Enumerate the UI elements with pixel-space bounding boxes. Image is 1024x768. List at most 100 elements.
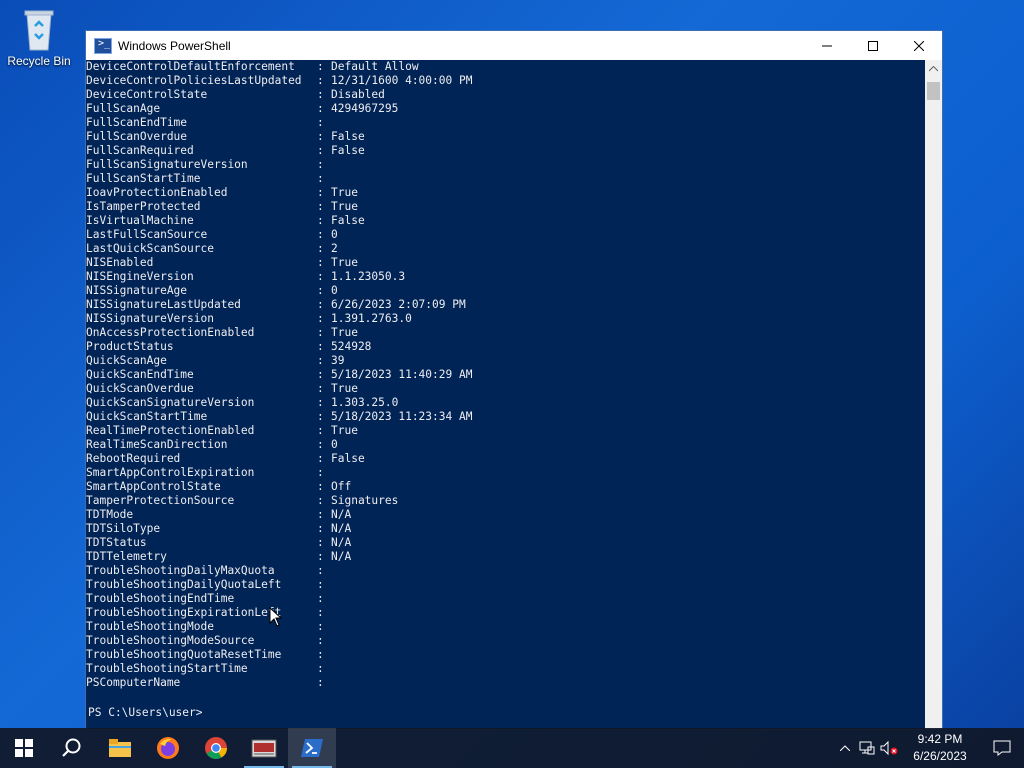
separator: : (317, 144, 324, 157)
property-name: TDTSiloType (86, 522, 161, 535)
console-line: FullScanOverdue: False (86, 130, 926, 144)
show-hidden-icons-button[interactable] (834, 728, 856, 768)
console-line: RebootRequired: False (86, 452, 926, 466)
property-value: 524928 (331, 340, 372, 353)
property-name: FullScanOverdue (86, 130, 188, 143)
separator: : (317, 172, 324, 185)
separator: : (317, 634, 324, 647)
separator: : (317, 312, 324, 325)
console-line: PSComputerName: (86, 676, 926, 690)
property-value: 12/31/1600 4:00:00 PM (331, 74, 473, 87)
console-line: FullScanRequired: False (86, 144, 926, 158)
property-name: OnAccessProtectionEnabled (86, 326, 255, 339)
separator: : (317, 214, 324, 227)
console-line: TDTTelemetry: N/A (86, 550, 926, 564)
powershell-icon[interactable]: >_ (94, 37, 112, 54)
minimize-button[interactable] (804, 31, 850, 60)
console-output[interactable]: DeviceControlDefaultEnforcement: Default … (86, 60, 926, 729)
network-button[interactable] (856, 728, 878, 768)
network-icon (859, 741, 875, 755)
property-value: True (331, 382, 358, 395)
console-line: IoavProtectionEnabled: True (86, 186, 926, 200)
firefox-icon (157, 737, 179, 759)
separator: : (317, 494, 324, 507)
console-line: TDTMode: N/A (86, 508, 926, 522)
title-bar[interactable]: >_ Windows PowerShell (86, 31, 942, 60)
separator: : (317, 242, 324, 255)
taskbar-clock[interactable]: 9:42 PM 6/26/2023 (900, 731, 980, 765)
property-value: 39 (331, 354, 345, 367)
property-value: N/A (331, 550, 352, 563)
property-name: TroubleShootingStartTime (86, 662, 248, 675)
minimize-icon (822, 45, 832, 46)
property-name: FullScanAge (86, 102, 161, 115)
separator: : (317, 480, 324, 493)
separator: : (317, 382, 324, 395)
separator: : (317, 452, 324, 465)
close-button[interactable] (896, 31, 942, 60)
property-value: Signatures (331, 494, 399, 507)
console-line: TDTStatus: N/A (86, 536, 926, 550)
property-name: TamperProtectionSource (86, 494, 235, 507)
search-button[interactable] (48, 728, 96, 768)
property-name: IsVirtualMachine (86, 214, 194, 227)
property-value: 6/26/2023 2:07:09 PM (331, 298, 466, 311)
property-name: NISSignatureVersion (86, 312, 214, 325)
property-name: RebootRequired (86, 452, 181, 465)
scrollbar-thumb[interactable] (927, 82, 940, 100)
separator: : (317, 158, 324, 171)
chrome-icon (205, 737, 227, 759)
maximize-button[interactable] (850, 31, 896, 60)
file-explorer-button[interactable] (96, 728, 144, 768)
chrome-button[interactable] (192, 728, 240, 768)
property-name: TroubleShootingModeSource (86, 634, 255, 647)
console-line: TroubleShootingModeSource: (86, 634, 926, 648)
property-value: True (331, 424, 358, 437)
powershell-taskbar-button[interactable] (288, 728, 336, 768)
separator: : (317, 592, 324, 605)
property-value: N/A (331, 522, 352, 535)
recycle-bin[interactable]: Recycle Bin (4, 6, 74, 68)
app-button[interactable] (240, 728, 288, 768)
taskbar: 9:42 PM 6/26/2023 (0, 728, 1024, 768)
separator: : (317, 564, 324, 577)
firefox-button[interactable] (144, 728, 192, 768)
console-line: TroubleShootingMode: (86, 620, 926, 634)
start-button[interactable] (0, 728, 48, 768)
property-name: IsTamperProtected (86, 200, 201, 213)
vertical-scrollbar[interactable] (925, 60, 942, 729)
console-line: DeviceControlPoliciesLastUpdated:12/31/1… (86, 74, 926, 88)
console-line: QuickScanSignatureVersion:1.303.25.0 (86, 396, 926, 410)
property-value: True (331, 256, 358, 269)
property-value: 0 (331, 228, 338, 241)
property-value: 1.391.2763.0 (331, 312, 412, 325)
console-line: IsTamperProtected: True (86, 200, 926, 214)
property-name: TroubleShootingEndTime (86, 592, 235, 605)
console-line: RealTimeProtectionEnabled: True (86, 424, 926, 438)
separator: : (317, 396, 324, 409)
console-line: QuickScanEndTime:5/18/2023 11:40:29 AM (86, 368, 926, 382)
action-center-button[interactable] (980, 728, 1024, 768)
property-name: NISSignatureLastUpdated (86, 298, 241, 311)
property-value: True (331, 186, 358, 199)
property-name: FullScanStartTime (86, 172, 201, 185)
volume-button[interactable] (878, 728, 900, 768)
console-line: QuickScanAge:39 (86, 354, 926, 368)
separator: : (317, 508, 324, 521)
separator: : (317, 116, 324, 129)
clock-date: 6/26/2023 (913, 749, 967, 763)
property-name: TDTTelemetry (86, 550, 167, 563)
separator: : (317, 438, 324, 451)
separator: : (317, 424, 324, 437)
powershell-icon (301, 739, 323, 757)
separator: : (317, 74, 324, 87)
console-line: LastQuickScanSource:2 (86, 242, 926, 256)
property-value: 1.303.25.0 (331, 396, 399, 409)
console-line: TamperProtectionSource: Signatures (86, 494, 926, 508)
scroll-up-icon[interactable] (925, 62, 942, 76)
console-line: TroubleShootingQuotaResetTime: (86, 648, 926, 662)
separator: : (317, 648, 324, 661)
console-line: NISSignatureVersion:1.391.2763.0 (86, 312, 926, 326)
property-name: QuickScanOverdue (86, 382, 194, 395)
console-prompt[interactable]: PS C:\Users\user> (88, 706, 209, 719)
